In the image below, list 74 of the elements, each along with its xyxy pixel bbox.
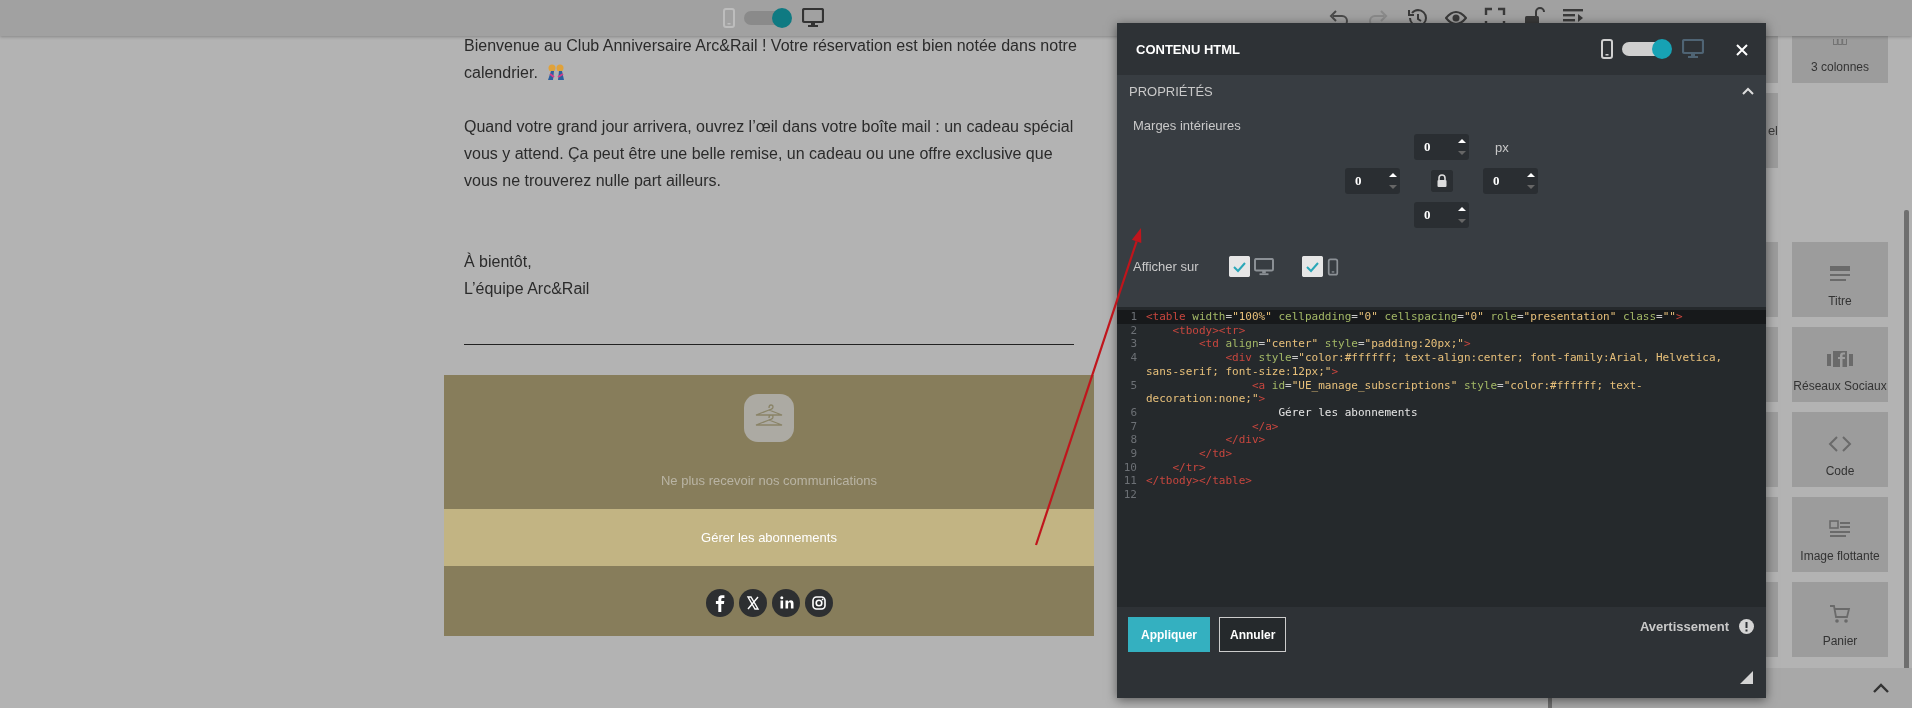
resize-grip-icon[interactable] [1740,671,1753,684]
checkbox[interactable] [1302,256,1323,277]
line-number: 12 [1122,488,1138,502]
line-number: 3 [1129,337,1138,352]
phone-icon [1327,257,1339,276]
social-icon[interactable] [804,589,833,617]
checkbox[interactable] [1229,256,1250,277]
monitor-icon [1254,257,1274,276]
warning-label: Avertissement [1639,619,1729,634]
code-line: <a id="UE_manage_subscriptions" style="color:#ffffff; text-decoration:none;"> [1146,378,1644,406]
line-number: 9 [1129,447,1138,461]
code-line: Gérer les abonnements [1277,405,1419,420]
signature-line: L’équipe Arc&Rail [464,279,591,299]
code-line: </a> [1250,419,1280,434]
cancel-button[interactable]: Annuler [1219,617,1287,652]
social-icon[interactable] [705,589,734,617]
social-icon[interactable] [771,589,800,617]
warning-icon[interactable] [1739,619,1754,634]
field-label: Marges intérieures [1133,118,1242,133]
hanger-logo-icon [744,394,794,442]
close-icon[interactable] [1736,44,1748,56]
block-card[interactable]: Image flottante [1792,497,1888,572]
line-number: 10 [1122,460,1138,475]
line-number: 2 [1129,323,1138,338]
code-line: <tbody><tr> [1171,323,1247,338]
phone-icon[interactable] [1600,39,1614,59]
paragraph: Bienvenue au Club Anniversaire Arc&Rail ! Votre réservation est bien notée dans notre calendrier. [464,36,1078,83]
line-number: 7 [1129,419,1138,434]
block-card[interactable]: Réseaux Sociaux [1792,327,1888,402]
line-number: 5 [1129,378,1138,394]
chevron-up-icon[interactable] [1872,682,1890,694]
monitor-icon[interactable] [802,8,824,28]
cart-icon [1827,603,1853,625]
block-card[interactable]: Code [1792,412,1888,487]
code-line: </div> [1224,433,1267,448]
block-card[interactable]: el [1766,93,1778,168]
number-field[interactable]: 0 [1483,168,1538,194]
number-field[interactable]: 0 [1414,202,1469,228]
card-label: Code [1825,464,1855,478]
line-number: 1 [1129,310,1138,324]
code-editor[interactable] [1117,307,1766,607]
code-line: <table width="100%" cellpadding="0" cellspacing="0" role="presentation" class=""> [1146,310,1684,324]
block-card[interactable]: 3 colonnes [1792,36,1888,83]
line-number: 11 [1122,474,1138,489]
signature-line: À bientôt, [464,251,533,272]
line-number: 4 [1129,351,1138,367]
line-number: 6 [1129,405,1138,420]
number-field[interactable]: 0 [1414,134,1469,160]
card-label: el [1767,123,1778,138]
code-line: <td align="center" style="padding:20px;"> [1198,337,1472,352]
code-line: </td> [1198,447,1234,461]
card-label: 3 colonnes [1810,60,1869,74]
line-number: 8 [1129,433,1138,448]
confetti-icon [545,63,566,81]
card-label: Panier [1822,634,1858,648]
dialog-title: CONTENU HTML [1136,41,1240,57]
card-label: Image flottante [1800,549,1880,563]
field-label: Afficher sur [1133,259,1200,274]
card-label: Titre [1828,294,1852,308]
scrollbar[interactable] [1904,210,1909,670]
image-text-icon [1827,518,1853,540]
code-line: </tr> [1171,460,1207,475]
code-line: </tbody></table> [1146,474,1253,489]
apply-button[interactable]: Appliquer [1128,617,1210,652]
block-card[interactable]: Titre [1792,242,1888,317]
paragraph: Quand votre grand jour arrivera, ouvrez l’œil dans votre boîte mail : un cadeau spécial vous y attend. Ça peut être une belle remise, un cadeau ou une offre exclusive que vous ne trouverez nulle part ailleurs. [464,117,1075,191]
social-icon [1827,348,1853,370]
block-card[interactable]: Panier [1792,582,1888,657]
card-label: Réseaux Sociaux [1793,379,1887,393]
unit-label: px [1494,139,1510,155]
number-field[interactable]: 0 [1345,168,1400,194]
social-icon[interactable] [738,589,767,617]
code-line: <div style="color:#ffffff; text-align:center; font-family:Arial, Helvetica, sans-serif; font-size:12px;"> [1146,351,1724,379]
section-header[interactable]: PROPRIÉTÉS [1117,75,1766,107]
